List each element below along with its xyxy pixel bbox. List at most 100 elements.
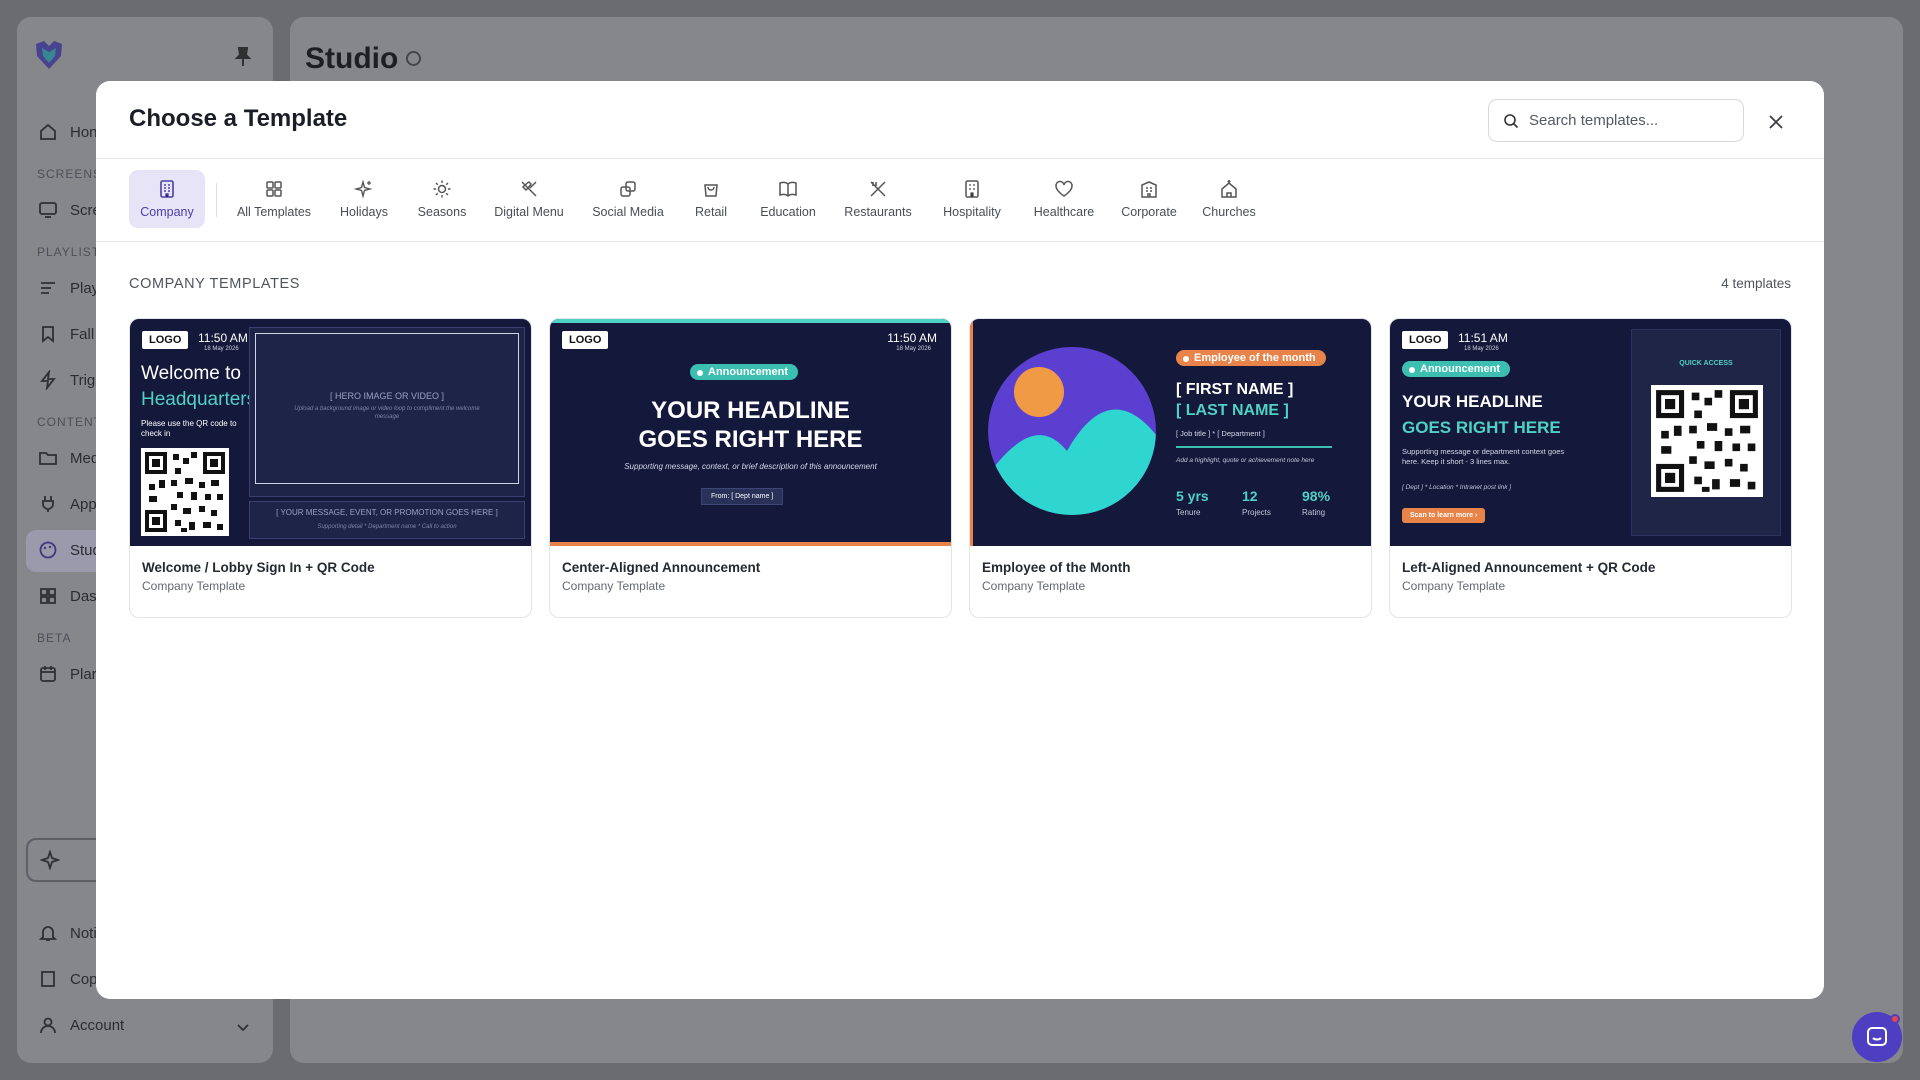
tab-retail[interactable]: Retail	[687, 170, 735, 228]
preview-date: 18 May 2026	[204, 346, 239, 352]
template-category: Company Template	[982, 579, 1086, 593]
search-icon	[1504, 113, 1519, 128]
template-preview: Employee of the month [ FIRST NAME ] [ L…	[970, 319, 1371, 546]
modal-header: Choose a Template	[96, 81, 1824, 159]
tab-corporate[interactable]: Corporate	[1114, 170, 1184, 228]
template-name: Center-Aligned Announcement	[562, 560, 761, 575]
template-preview: LOGO 11:50 AM 18 May 2026 Announcement Y…	[550, 319, 951, 546]
left-accent-bar	[970, 319, 973, 546]
modal-title: Choose a Template	[129, 105, 348, 132]
preview-first-name: [ FIRST NAME ]	[1176, 381, 1294, 398]
tab-education[interactable]: Education	[754, 170, 822, 228]
tab-label: Hospitality	[943, 205, 1001, 219]
preview-support: Supporting message, context, or brief de…	[624, 462, 877, 471]
announcement-badge: Announcement	[690, 364, 799, 380]
preview-meta: [ Dept ] * Location * Intranet post link…	[1402, 484, 1512, 491]
template-name: Employee of the Month	[982, 560, 1131, 575]
tab-hospitality[interactable]: Hospitality	[934, 170, 1010, 228]
tab-digital-menu[interactable]: Digital Menu	[490, 170, 568, 228]
stat-label: Projects	[1242, 508, 1271, 517]
church-icon	[1221, 180, 1237, 198]
preview-date: 18 May 2026	[896, 346, 931, 352]
divider	[1176, 446, 1332, 448]
stat-label: Tenure	[1176, 508, 1201, 517]
preview-line2: Headquarters	[141, 389, 257, 410]
tab-healthcare[interactable]: Healthcare	[1028, 170, 1100, 228]
template-card-center-announcement[interactable]: LOGO 11:50 AM 18 May 2026 Announcement Y…	[549, 318, 952, 618]
section-title: COMPANY TEMPLATES	[129, 276, 301, 292]
template-category: Company Template	[562, 579, 666, 593]
tab-label: Healthcare	[1033, 205, 1095, 219]
template-name: Left-Aligned Announcement + QR Code	[1402, 560, 1656, 575]
preview-logo: LOGO	[142, 331, 189, 349]
tab-label: Churches	[1202, 205, 1256, 219]
tab-restaurants[interactable]: Restaurants	[841, 170, 915, 228]
preview-headline1: YOUR HEADLINE	[1402, 392, 1543, 411]
share-icon	[620, 181, 636, 197]
preview-logo: LOGO	[1402, 331, 1449, 349]
tab-social-media[interactable]: Social Media	[587, 170, 669, 228]
preview-cta: Scan to learn more ›	[1402, 508, 1486, 523]
search-input[interactable]	[1529, 112, 1729, 129]
building-icon	[160, 180, 174, 198]
tab-label: Restaurants	[844, 205, 912, 219]
template-card-left-announcement-qr[interactable]: LOGO 11:51 AM 18 May 2026 Announcement Y…	[1389, 318, 1792, 618]
employee-badge: Employee of the month	[1176, 350, 1326, 366]
grid-icon	[266, 181, 282, 197]
preview-role: [ Job title ] * [ Department ]	[1176, 429, 1265, 438]
hero-sub: Upload a background image or video loop …	[294, 406, 480, 420]
qr-panel: QUICK ACCESS	[1631, 329, 1781, 536]
announcement-badge: Announcement	[1402, 361, 1511, 377]
template-category: Company Template	[1402, 579, 1506, 593]
tab-divider	[216, 183, 217, 217]
preview-headline2: GOES RIGHT HERE	[638, 426, 863, 453]
utensils-icon	[521, 181, 537, 197]
tab-label: Seasons	[417, 205, 467, 219]
preview-time: 11:50 AM	[887, 331, 937, 345]
tab-label: Retail	[695, 205, 727, 219]
template-name: Welcome / Lobby Sign In + QR Code	[142, 560, 375, 575]
hotel-icon	[965, 180, 979, 198]
restaurant-icon	[870, 181, 886, 197]
tab-company[interactable]: Company	[129, 170, 205, 228]
tab-label: Corporate	[1121, 205, 1177, 219]
heart-icon	[1055, 180, 1073, 197]
tab-all-templates[interactable]: All Templates	[234, 170, 314, 228]
chat-icon	[1867, 1027, 1887, 1046]
tab-holidays[interactable]: Holidays	[334, 170, 394, 228]
search-box[interactable]	[1488, 99, 1744, 142]
tab-churches[interactable]: Churches	[1196, 170, 1262, 228]
close-icon[interactable]	[1768, 114, 1784, 130]
preview-logo: LOGO	[562, 331, 609, 349]
office-icon	[1141, 181, 1157, 198]
tab-label: Holidays	[340, 205, 388, 219]
message-sub: Supporting detail * Department name * Ca…	[317, 524, 457, 530]
template-category: Company Template	[142, 579, 246, 593]
qr-code-icon	[141, 448, 229, 536]
preview-instruction: Please use the QR code to check in	[141, 419, 237, 438]
stat-value: 5 yrs	[1176, 488, 1209, 504]
template-preview: LOGO 11:51 AM 18 May 2026 Announcement Y…	[1390, 319, 1791, 546]
template-card-employee-month[interactable]: Employee of the month [ FIRST NAME ] [ L…	[969, 318, 1372, 618]
sparkles-icon	[354, 179, 373, 199]
template-grid: LOGO 11:50 AM 18 May 2026 Welcome to Hea…	[129, 318, 1792, 618]
template-card-welcome-lobby[interactable]: LOGO 11:50 AM 18 May 2026 Welcome to Hea…	[129, 318, 532, 618]
section-header: COMPANY TEMPLATES 4 templates	[96, 242, 1824, 322]
preview-line1: Welcome to	[141, 363, 241, 384]
tab-label: Social Media	[592, 205, 664, 219]
stat-label: Rating	[1302, 508, 1326, 517]
message-panel: [ YOUR MESSAGE, EVENT, OR PROMOTION GOES…	[249, 501, 525, 539]
template-preview: LOGO 11:50 AM 18 May 2026 Welcome to Hea…	[130, 319, 531, 546]
shopping-bag-icon	[704, 184, 718, 197]
message-placeholder: [ YOUR MESSAGE, EVENT, OR PROMOTION GOES…	[276, 508, 498, 517]
notification-dot	[1890, 1014, 1900, 1024]
top-accent-bar	[550, 319, 951, 323]
hero-placeholder: [ HERO IMAGE OR VIDEO ]	[329, 391, 445, 401]
tab-seasons[interactable]: Seasons	[414, 170, 470, 228]
preview-time: 11:51 AM	[1458, 331, 1508, 345]
tab-label: All Templates	[236, 205, 312, 219]
qr-code-icon	[1651, 385, 1763, 497]
bottom-accent-bar	[550, 542, 951, 546]
preview-date: 18 May 2026	[1464, 346, 1499, 352]
preview-support: Supporting message or department context…	[1402, 447, 1565, 466]
